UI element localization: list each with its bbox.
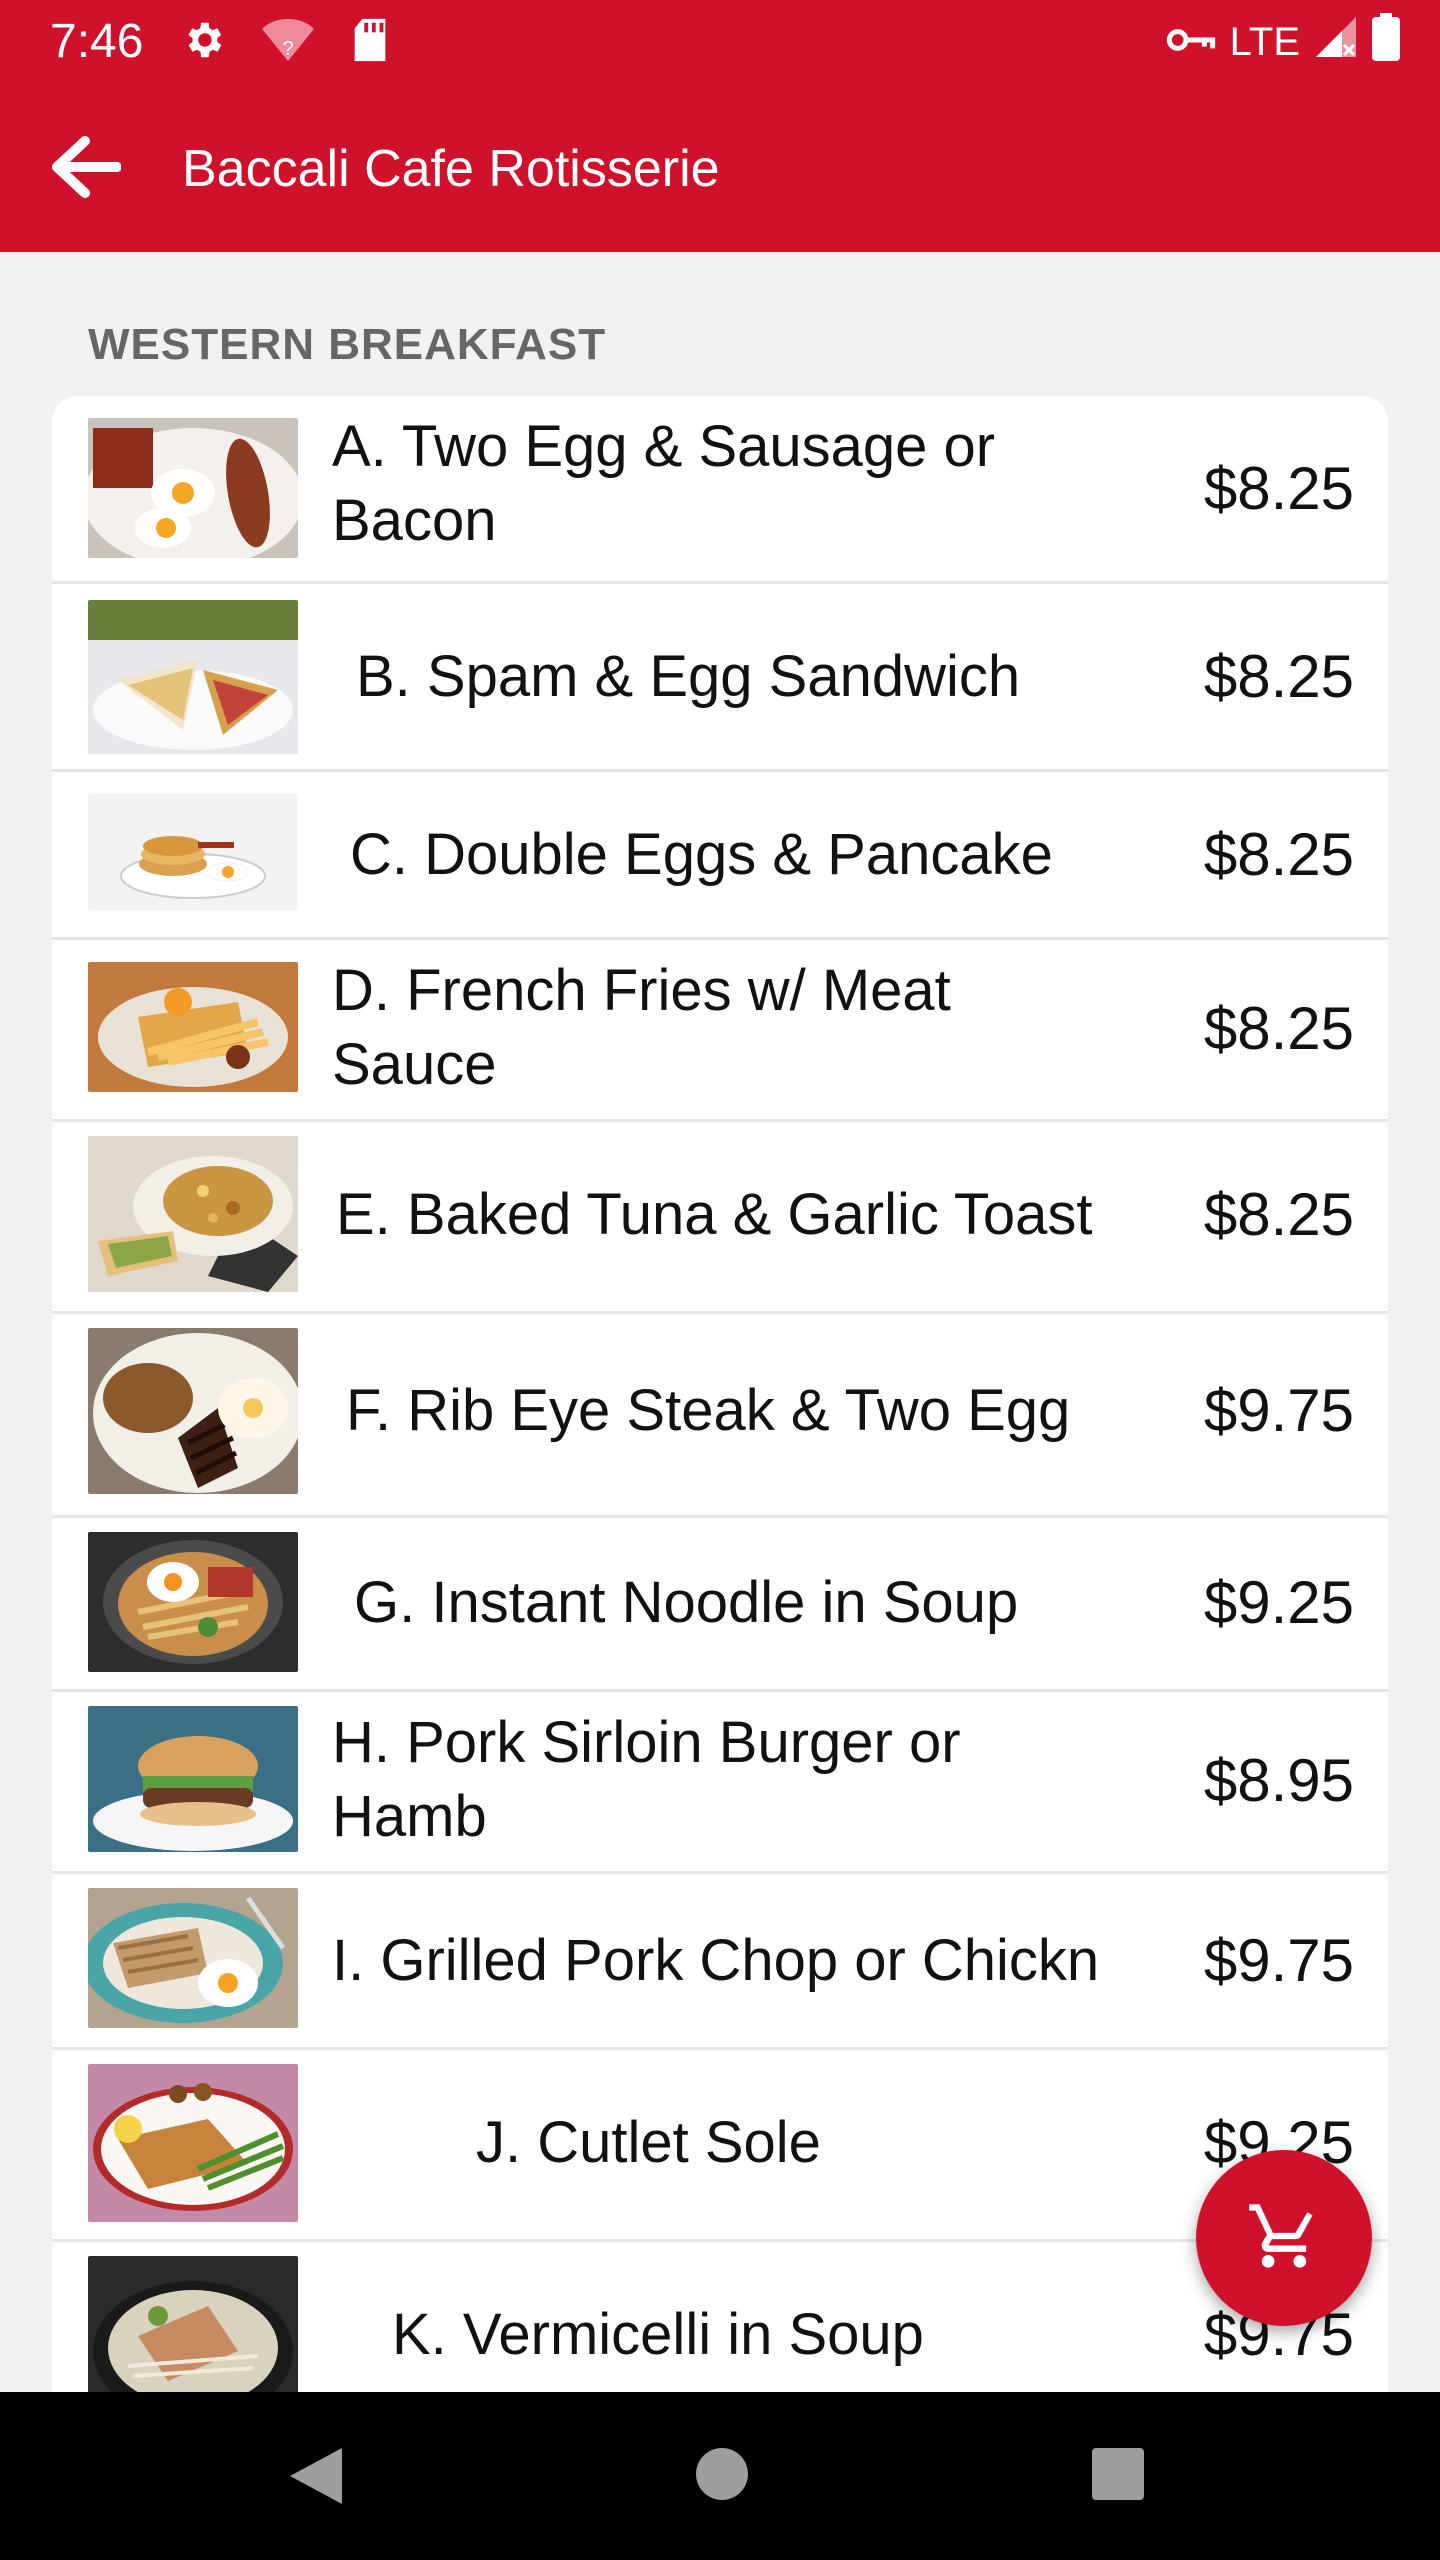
item-name: D. French Fries w/ Meat Sauce: [332, 958, 951, 1097]
item-name: B. Spam & Egg Sandwich: [356, 644, 1021, 709]
item-name: F. Rib Eye Steak & Two Egg: [346, 1378, 1071, 1443]
menu-list: A. Two Egg & Sausage or Bacon $8.25 B. S…: [52, 396, 1388, 2392]
food-thumbnail: [88, 1328, 298, 1494]
back-triangle-icon[interactable]: [286, 2444, 346, 2513]
menu-item-h[interactable]: H. Pork Sirloin Burger or Hamb $8.95: [52, 1692, 1388, 1874]
menu-item-k[interactable]: K. Vermicelli in Soup $9.75: [52, 2242, 1388, 2392]
system-nav-bar: [0, 2392, 1440, 2560]
item-name: H. Pork Sirloin Burger or Hamb: [332, 1710, 961, 1849]
item-price: $9.75: [1203, 1377, 1354, 1444]
status-time: 7:46: [50, 15, 144, 68]
cart-button[interactable]: [1196, 2150, 1372, 2326]
item-name: G. Instant Noodle in Soup: [354, 1570, 1019, 1635]
food-thumbnail: [88, 2256, 298, 2392]
menu-item-j[interactable]: J. Cutlet Sole $9.25: [52, 2050, 1388, 2242]
food-thumbnail: [88, 962, 298, 1092]
item-price: $8.25: [1203, 821, 1354, 888]
item-price: $8.25: [1203, 1181, 1354, 1248]
menu-item-d[interactable]: D. French Fries w/ Meat Sauce $8.25: [52, 940, 1388, 1122]
food-thumbnail: [88, 1532, 298, 1672]
svg-text:?: ?: [282, 38, 293, 60]
cart-icon: [1246, 2198, 1322, 2279]
app-bar: Baccali Cafe Rotisserie: [0, 84, 1440, 252]
item-name: C. Double Eggs & Pancake: [350, 822, 1053, 887]
status-bar: 7:46 ? LTE: [0, 0, 1440, 84]
settings-icon: [180, 17, 226, 68]
food-thumbnail: [88, 1888, 298, 2028]
wifi-question-icon: ?: [262, 17, 314, 68]
item-price: $8.25: [1203, 995, 1354, 1062]
arrow-left-icon: [49, 135, 122, 204]
item-price: $9.25: [1203, 1569, 1354, 1636]
food-thumbnail: [88, 1136, 298, 1292]
item-price: $9.75: [1203, 1927, 1354, 1994]
item-price: $8.25: [1203, 643, 1354, 710]
food-thumbnail: [88, 794, 298, 910]
menu-item-b[interactable]: B. Spam & Egg Sandwich $8.25: [52, 584, 1388, 772]
item-name: A. Two Egg & Sausage or Bacon: [332, 414, 996, 553]
menu-item-i[interactable]: I. Grilled Pork Chop or Chickn $9.75: [52, 1874, 1388, 2050]
recents-square-icon[interactable]: [1090, 2446, 1146, 2507]
food-thumbnail: [88, 1706, 298, 1852]
page-title: Baccali Cafe Rotisserie: [182, 140, 720, 198]
item-price: $8.25: [1203, 455, 1354, 522]
menu-item-g[interactable]: G. Instant Noodle in Soup $9.25: [52, 1518, 1388, 1692]
back-button[interactable]: [40, 124, 130, 214]
vpn-key-icon: [1166, 20, 1216, 65]
item-name: E. Baked Tuna & Garlic Toast: [336, 1182, 1093, 1247]
battery-icon: [1372, 13, 1400, 71]
item-name: I. Grilled Pork Chop or Chickn: [332, 1928, 1100, 1993]
menu-item-e[interactable]: E. Baked Tuna & Garlic Toast $8.25: [52, 1122, 1388, 1314]
menu-item-c[interactable]: C. Double Eggs & Pancake $8.25: [52, 772, 1388, 940]
network-type: LTE: [1229, 19, 1300, 64]
menu-item-a[interactable]: A. Two Egg & Sausage or Bacon $8.25: [52, 396, 1388, 584]
signal-icon: [1314, 15, 1358, 69]
item-name: K. Vermicelli in Soup: [392, 2302, 924, 2367]
menu-content[interactable]: WESTERN BREAKFAST A. Two Egg & Sausage o…: [0, 252, 1440, 2392]
item-name: J. Cutlet Sole: [476, 2110, 821, 2175]
home-circle-icon[interactable]: [694, 2446, 750, 2507]
item-price: $8.95: [1203, 1747, 1354, 1814]
food-thumbnail: [88, 2064, 298, 2222]
section-title: WESTERN BREAKFAST: [88, 320, 607, 369]
sd-card-icon: [350, 17, 390, 68]
food-thumbnail: [88, 600, 298, 754]
food-thumbnail: [88, 418, 298, 558]
menu-item-f[interactable]: F. Rib Eye Steak & Two Egg $9.75: [52, 1314, 1388, 1518]
